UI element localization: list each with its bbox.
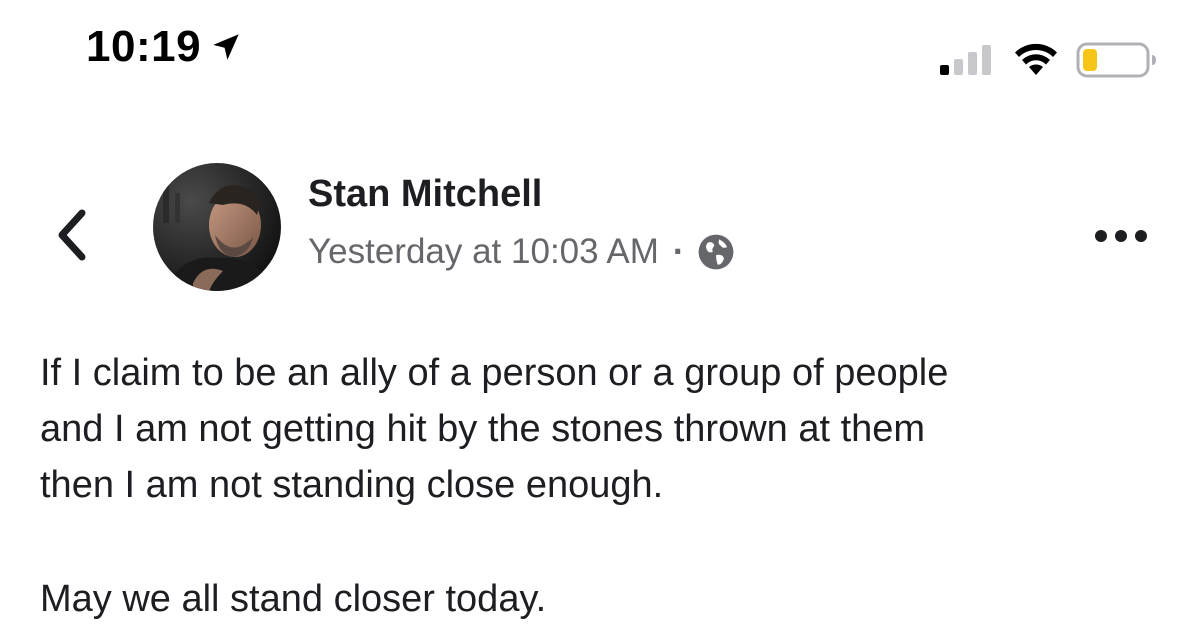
avatar[interactable] [153, 163, 281, 291]
profile-photo [153, 163, 281, 291]
wifi-icon [1015, 43, 1057, 75]
status-time: 10:19 [86, 22, 243, 72]
cellular-signal-icon [940, 45, 991, 75]
post-line: If I claim to be an ally of a person or … [40, 352, 949, 394]
more-options-icon[interactable] [1092, 226, 1150, 246]
battery-low-icon [1076, 42, 1156, 78]
post-text: If I claim to be an ally of a person or … [40, 345, 1180, 627]
post-line: May we all stand closer today. [40, 578, 547, 620]
location-arrow-icon [213, 34, 239, 60]
post-timestamp[interactable]: Yesterday at 10:03 AM [308, 232, 659, 272]
globe-icon[interactable] [697, 233, 735, 271]
status-indicators [938, 40, 1158, 80]
meta-separator: · [672, 232, 685, 271]
post-line: and I am not getting hit by the stones t… [40, 408, 926, 450]
author-name[interactable]: Stan Mitchell [308, 173, 542, 216]
post-meta: Yesterday at 10:03 AM · [308, 232, 735, 272]
chevron-left-icon[interactable] [50, 205, 96, 265]
post-line: then I am not standing close enough. [40, 464, 664, 506]
clock-label: 10:19 [86, 22, 202, 71]
